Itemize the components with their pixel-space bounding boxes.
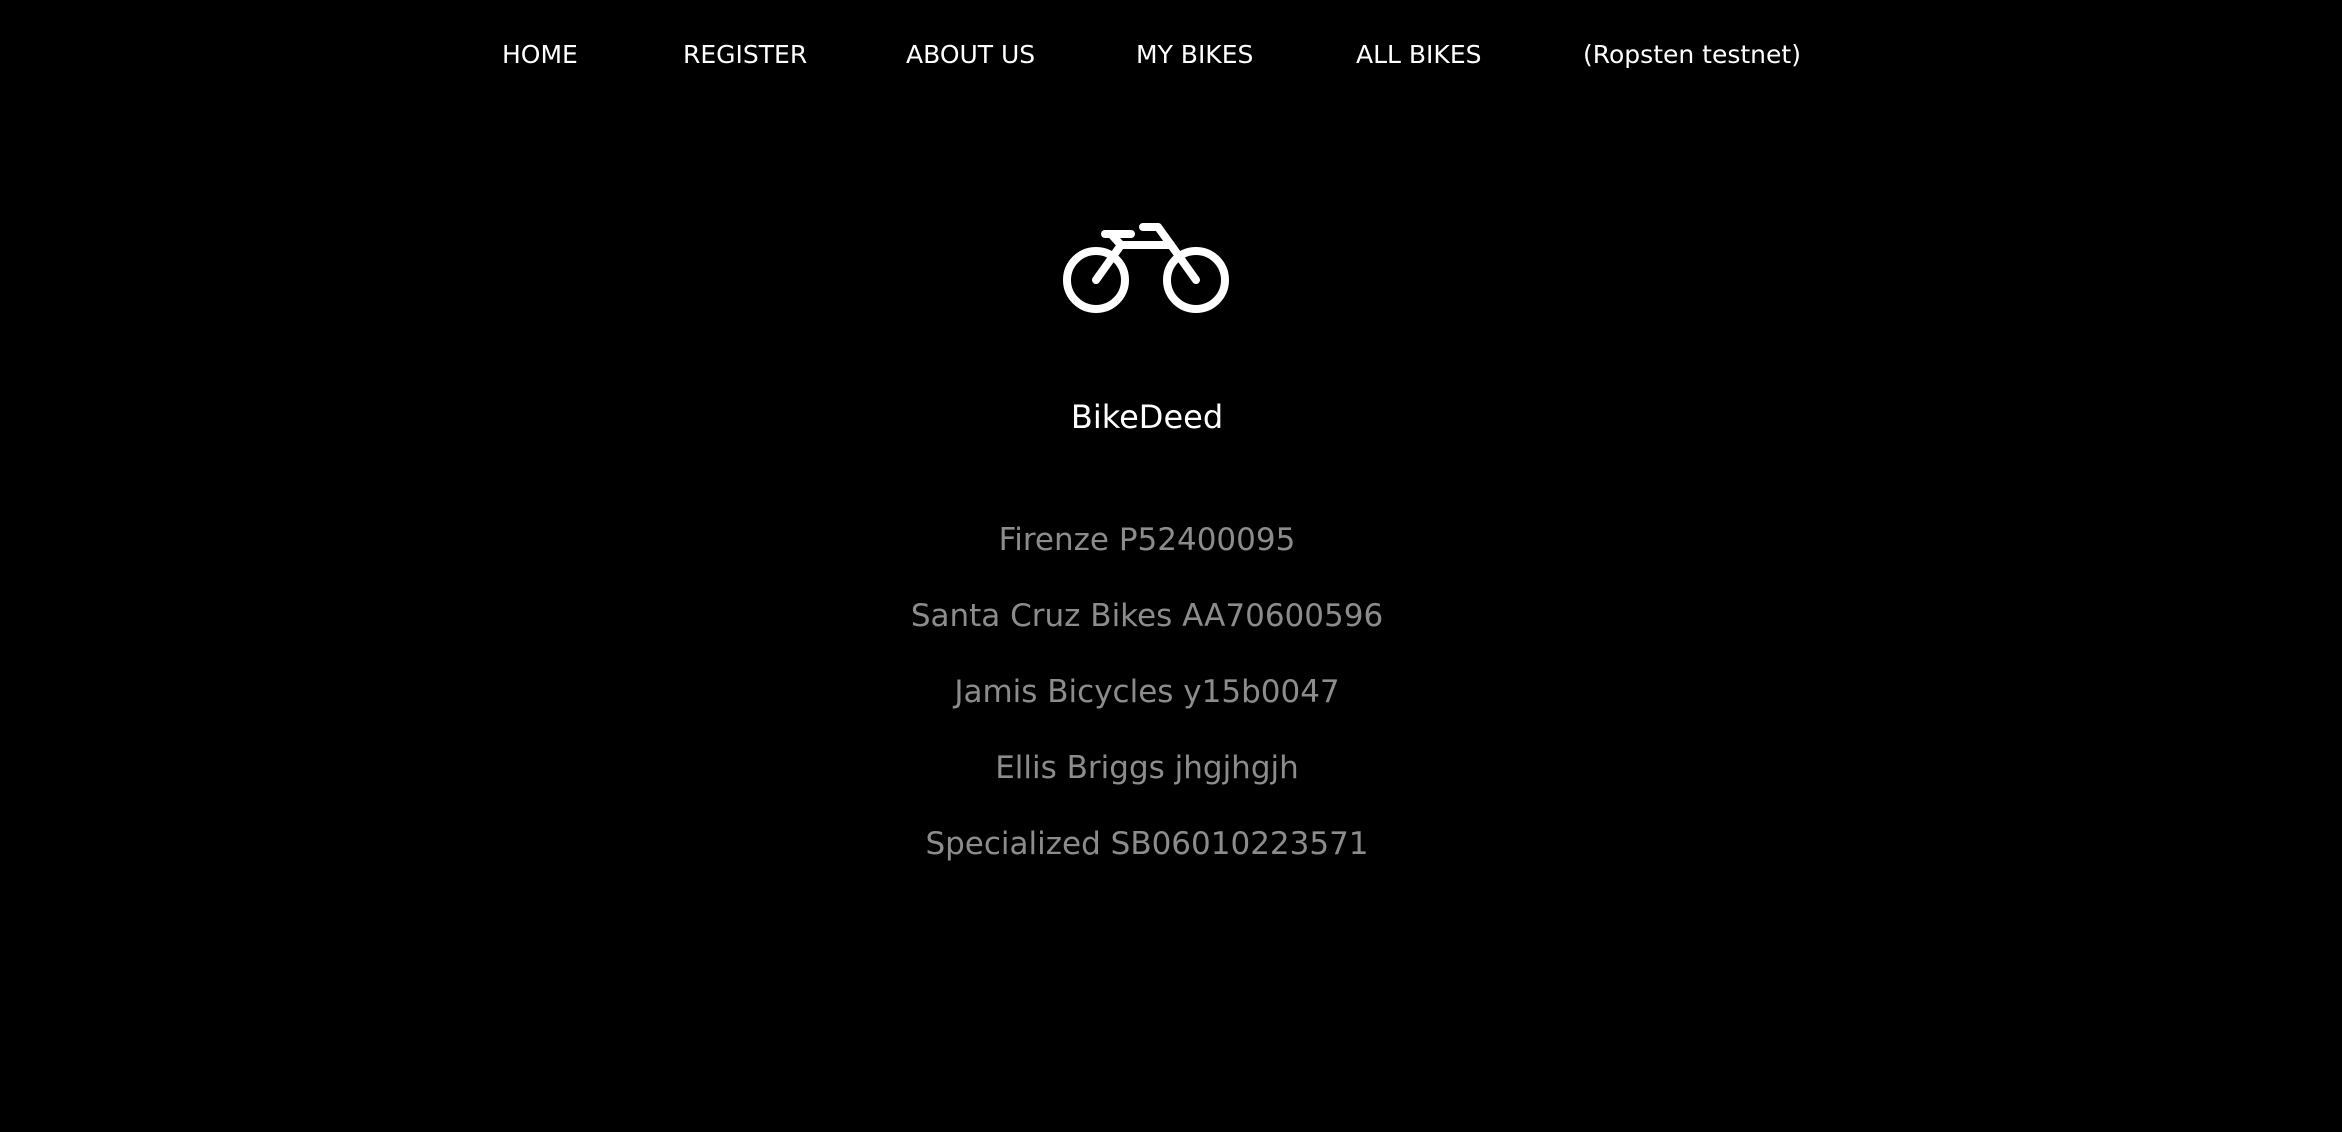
- bike-list-item[interactable]: Jamis Bicycles y15b0047: [0, 668, 2294, 744]
- nav-about-us-link[interactable]: ABOUT US: [906, 38, 1035, 72]
- bike-list-item[interactable]: Santa Cruz Bikes AA70600596: [0, 592, 2294, 668]
- nav-home-link[interactable]: HOME: [502, 38, 578, 72]
- network-indicator: (Ropsten testnet): [1583, 40, 1801, 69]
- bike-list-item[interactable]: Firenze P52400095: [0, 516, 2294, 592]
- bike-list-item[interactable]: Ellis Briggs jhgjhgjh: [0, 744, 2294, 820]
- nav-register-link[interactable]: REGISTER: [683, 38, 807, 72]
- brand-name: BikeDeed: [1070, 398, 1224, 436]
- bike-list: Firenze P52400095 Santa Cruz Bikes AA706…: [0, 516, 2294, 896]
- bicycle-icon: [1063, 223, 1229, 313]
- nav-my-bikes-link[interactable]: MY BIKES: [1136, 38, 1253, 72]
- top-navigation: HOME REGISTER ABOUT US MY BIKES ALL BIKE…: [0, 0, 2342, 110]
- bike-list-item[interactable]: Specialized SB06010223571: [0, 820, 2294, 896]
- nav-all-bikes-link[interactable]: ALL BIKES: [1356, 38, 1482, 72]
